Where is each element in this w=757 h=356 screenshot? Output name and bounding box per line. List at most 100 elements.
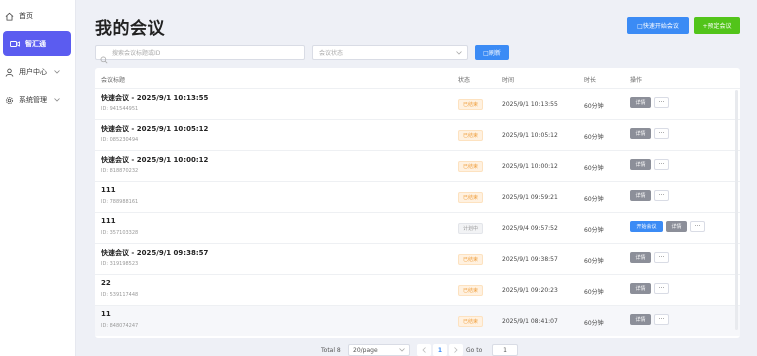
table-scrollbar[interactable] — [735, 90, 738, 330]
row-actions: 详情 ··· — [630, 97, 669, 108]
meeting-duration: 60分钟 — [584, 227, 604, 234]
header-status: 状态 — [458, 77, 471, 84]
meeting-id: ID: 941544951 — [101, 106, 139, 112]
goto-page-input[interactable]: 1 — [492, 344, 518, 356]
chevron-down-icon — [399, 348, 405, 354]
meeting-id: ID: 818870232 — [101, 168, 139, 174]
meeting-title: 快速会议 - 2025/9/1 10:00:12 — [101, 156, 209, 164]
more-button[interactable]: ··· — [654, 190, 669, 201]
header-time: 时间 — [502, 77, 515, 84]
sidebar-item-label: 智汇通 — [25, 39, 46, 48]
meeting-time: 2025/9/1 09:20:23 — [502, 287, 558, 294]
header-title: 会议标题 — [101, 77, 126, 84]
meeting-title: 快速会议 - 2025/9/1 10:13:55 — [101, 94, 209, 102]
chevron-down-icon — [52, 67, 62, 77]
status-badge: 已结束 — [458, 99, 484, 110]
detail-button[interactable]: 详情 — [666, 221, 687, 232]
meeting-time: 2025/9/1 08:41:07 — [502, 318, 558, 325]
more-button[interactable]: ··· — [654, 97, 669, 108]
meeting-id: ID: 085230494 — [101, 137, 139, 143]
detail-button[interactable]: 详情 — [630, 159, 651, 170]
status-badge: 已结束 — [458, 130, 484, 141]
search-input[interactable]: 搜索会议标题或ID — [95, 45, 305, 60]
row-actions: 详情 ··· — [630, 314, 669, 325]
sidebar: 首页 智汇通 用户中心 系统管理 — [0, 0, 76, 356]
chevron-left-icon — [422, 347, 426, 353]
gear-icon — [3, 94, 15, 106]
meeting-duration: 60分钟 — [584, 134, 604, 141]
sidebar-item-home[interactable]: 首页 — [0, 5, 76, 27]
goto-label: Go to — [466, 347, 483, 354]
row-actions: 详情 ··· — [630, 190, 669, 201]
status-badge: 已结束 — [458, 192, 484, 203]
detail-button[interactable]: 详情 — [630, 283, 651, 294]
chevron-down-icon — [455, 49, 462, 56]
meeting-duration: 60分钟 — [584, 320, 604, 327]
book-meeting-button[interactable]: +预定会议 — [694, 17, 740, 34]
more-button[interactable]: ··· — [654, 159, 669, 170]
pagination-total: Total 8 — [321, 347, 341, 354]
more-button[interactable]: ··· — [654, 252, 669, 263]
meeting-title: 111 — [101, 217, 116, 225]
detail-button[interactable]: 详情 — [630, 252, 651, 263]
more-button[interactable]: ··· — [654, 283, 669, 294]
more-button[interactable]: ··· — [690, 221, 705, 232]
more-button[interactable]: ··· — [654, 128, 669, 139]
meeting-id: ID: 319198523 — [101, 261, 139, 267]
detail-button[interactable]: 详情 — [630, 314, 651, 325]
meeting-title: 11 — [101, 310, 111, 318]
status-badge: 已结束 — [458, 254, 484, 265]
meeting-duration: 60分钟 — [584, 103, 604, 110]
table-row: 22 ID: 539117448 已结束 2025/9/1 09:20:23 6… — [95, 274, 740, 305]
meeting-time: 2025/9/1 09:38:57 — [502, 256, 558, 263]
row-actions: 开始会议 详情 ··· — [630, 221, 705, 232]
row-actions: 详情 ··· — [630, 283, 669, 294]
header-ops: 操作 — [630, 77, 643, 84]
quick-start-meeting-button[interactable]: □快速开始会议 — [627, 17, 689, 34]
table-row: 111 ID: 357103328 计划中 2025/9/4 09:57:52 … — [95, 212, 740, 243]
meeting-duration: 60分钟 — [584, 196, 604, 203]
row-actions: 详情 ··· — [630, 128, 669, 139]
status-badge: 已结束 — [458, 161, 484, 172]
sidebar-item-zhihuitong[interactable]: 智汇通 — [3, 31, 71, 56]
table-row: 快速会议 - 2025/9/1 10:05:12 ID: 085230494 已… — [95, 119, 740, 150]
status-badge: 已结束 — [458, 285, 484, 296]
table-header: 会议标题 状态 时间 时长 操作 — [95, 68, 740, 88]
detail-button[interactable]: 详情 — [630, 128, 651, 139]
meeting-time: 2025/9/4 09:57:52 — [502, 225, 558, 232]
page-number-button[interactable]: 1 — [433, 344, 447, 356]
prev-page-button[interactable] — [417, 344, 431, 356]
meetings-table: 会议标题 状态 时间 时长 操作 快速会议 - 2025/9/1 10:13:5… — [95, 68, 740, 338]
table-row: 快速会议 - 2025/9/1 09:38:57 ID: 319198523 已… — [95, 243, 740, 274]
next-page-button[interactable] — [449, 344, 463, 356]
detail-button[interactable]: 详情 — [630, 97, 651, 108]
search-icon — [100, 49, 108, 64]
status-select[interactable]: 会议状态 — [312, 45, 468, 60]
page-size-value: 20/page — [353, 346, 378, 354]
table-row: 11 ID: 848074247 已结束 2025/9/1 08:41:07 6… — [95, 305, 740, 336]
refresh-button[interactable]: □刷新 — [475, 45, 509, 60]
user-icon — [3, 66, 15, 78]
chevron-right-icon — [454, 347, 458, 353]
sidebar-item-label: 系统管理 — [19, 96, 47, 104]
more-button[interactable]: ··· — [654, 314, 669, 325]
meeting-duration: 60分钟 — [584, 258, 604, 265]
meeting-id: ID: 539117448 — [101, 292, 139, 298]
status-badge: 已结束 — [458, 316, 484, 327]
meeting-id: ID: 848074247 — [101, 323, 139, 329]
page-size-select[interactable]: 20/page — [348, 344, 410, 356]
video-icon — [9, 38, 21, 50]
status-badge: 计划中 — [458, 223, 484, 234]
row-actions: 详情 ··· — [630, 252, 669, 263]
meeting-duration: 60分钟 — [584, 165, 604, 172]
detail-button[interactable]: 详情 — [630, 190, 651, 201]
meeting-time: 2025/9/1 10:00:12 — [502, 163, 558, 170]
start-meeting-button[interactable]: 开始会议 — [630, 221, 663, 232]
row-actions: 详情 ··· — [630, 159, 669, 170]
table-row: 111 ID: 788988161 已结束 2025/9/1 09:59:21 … — [95, 181, 740, 212]
meeting-title: 22 — [101, 279, 111, 287]
sidebar-item-system[interactable]: 系统管理 — [0, 89, 76, 111]
meeting-time: 2025/9/1 10:05:12 — [502, 132, 558, 139]
home-icon — [3, 10, 15, 22]
sidebar-item-user-center[interactable]: 用户中心 — [0, 61, 76, 83]
